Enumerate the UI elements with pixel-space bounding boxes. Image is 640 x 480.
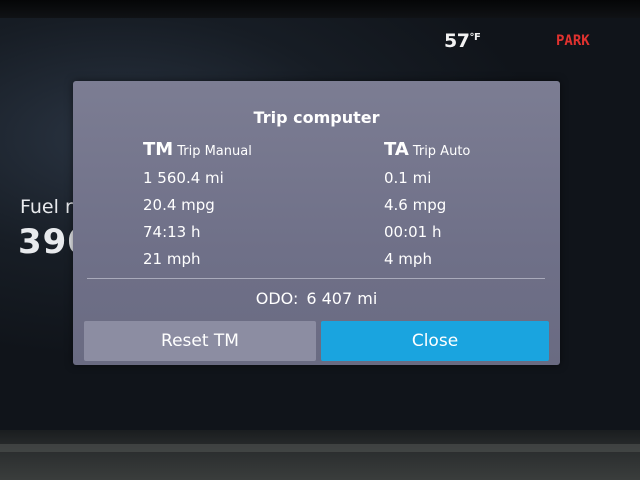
trip-manual-economy: 20.4 mpg xyxy=(143,196,215,214)
reset-tm-button[interactable]: Reset TM xyxy=(84,321,316,361)
trip-auto-distance: 0.1 mi xyxy=(384,169,432,187)
trip-auto-name: Trip Auto xyxy=(412,144,471,159)
odometer-value: 6 407 mi xyxy=(306,289,378,308)
trip-auto-header: TA Trip Auto xyxy=(384,139,470,165)
odometer: ODO: 6 407 mi xyxy=(73,289,560,308)
odometer-label: ODO: xyxy=(255,289,299,308)
trip-manual-time: 74:13 h xyxy=(143,223,201,241)
trip-auto-economy: 4.6 mpg xyxy=(384,196,447,214)
trip-manual-column: TM Trip Manual 1 560.4 mi 20.4 mpg 74:13 … xyxy=(143,139,252,273)
trip-auto-speed: 4 mph xyxy=(384,250,432,268)
trip-manual-name: Trip Manual xyxy=(177,144,252,159)
trip-manual-speed: 21 mph xyxy=(143,250,201,268)
trip-auto-time: 00:01 h xyxy=(384,223,442,241)
outside-temperature: 57°F xyxy=(444,30,481,52)
dialog-title: Trip computer xyxy=(253,108,380,127)
close-button[interactable]: Close xyxy=(321,321,549,361)
trip-computer-dialog: Trip computer TM Trip Manual 1 560.4 mi 2… xyxy=(73,81,560,365)
trip-auto-code: TA xyxy=(384,139,409,160)
display-bezel-top xyxy=(0,0,640,18)
display-bezel-bottom xyxy=(0,430,640,480)
trip-manual-distance: 1 560.4 mi xyxy=(143,169,224,187)
temperature-value: 57 xyxy=(444,30,470,52)
bezel-trim-strip xyxy=(0,444,640,452)
trip-manual-code: TM xyxy=(143,139,174,160)
trip-manual-header: TM Trip Manual xyxy=(143,139,252,165)
trip-auto-column: TA Trip Auto 0.1 mi 4.6 mpg 00:01 h 4 mph xyxy=(384,139,470,273)
gear-indicator: PARK xyxy=(556,33,590,49)
dialog-divider xyxy=(87,278,545,279)
temperature-unit: °F xyxy=(469,32,481,43)
